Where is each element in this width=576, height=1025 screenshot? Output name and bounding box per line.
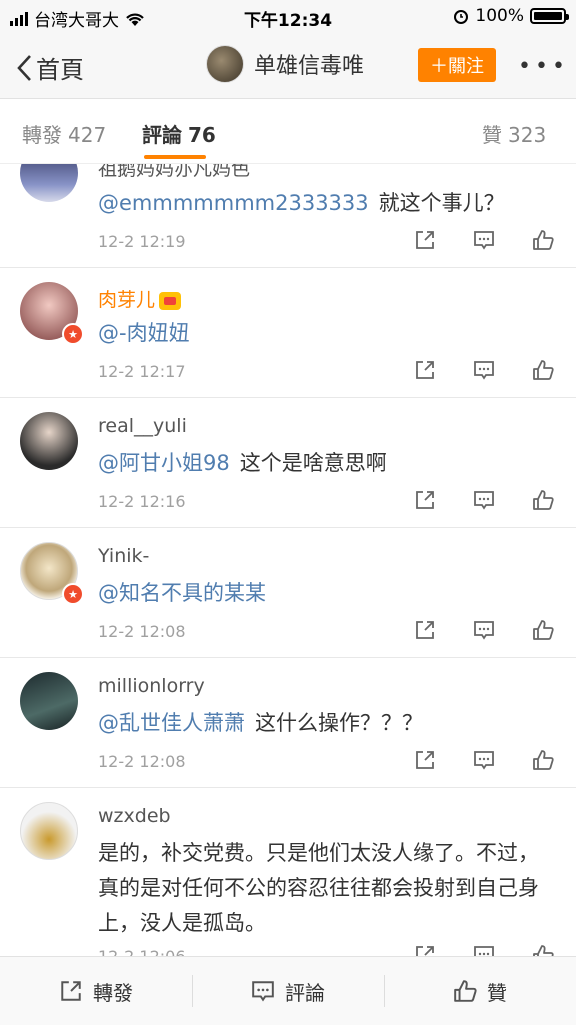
repost-icon[interactable]	[414, 229, 436, 251]
comment-button[interactable]: 評論	[192, 957, 384, 1025]
tab-comment-count: 76	[188, 123, 216, 147]
comment-label: 評論	[285, 980, 325, 1005]
verified-badge-icon: ★	[62, 323, 84, 345]
follow-button[interactable]: ＋關注	[418, 48, 496, 82]
battery-percent: 100%	[475, 6, 524, 26]
avatar	[206, 45, 244, 83]
comment-icon[interactable]	[473, 619, 495, 641]
comment-time: 12-2 12:08	[98, 622, 186, 641]
repost-icon[interactable]	[414, 749, 436, 771]
like-icon[interactable]	[532, 619, 554, 641]
mention-link[interactable]: @-肉妞妞	[98, 321, 190, 345]
comment-text: 就这个事儿？	[378, 191, 505, 215]
verified-badge-icon: ★	[62, 583, 84, 605]
tab-repost-label: 轉發	[22, 123, 62, 147]
comment-username: 肉芽儿	[98, 289, 156, 311]
mention-link[interactable]: @阿甘小姐98	[98, 451, 230, 475]
bottom-action-bar: 轉發 評論 贊	[0, 956, 576, 1025]
tab-like[interactable]: 贊 323	[482, 119, 546, 148]
comment-username[interactable]: Yinik-	[98, 545, 149, 567]
comment-item: ★ Yinik- @知名不具的某某 12-2 12:08	[0, 527, 576, 658]
avatar[interactable]	[20, 412, 78, 470]
like-label: 贊	[487, 980, 507, 1005]
comment-item: wzxdeb 是的，补交党费。只是他们太没人缘了。不过，真的是对任何不公的容忍往…	[0, 787, 576, 956]
back-button[interactable]: 首頁	[16, 50, 84, 85]
comment-icon[interactable]	[473, 944, 495, 956]
like-icon[interactable]	[532, 749, 554, 771]
comment-icon	[252, 981, 274, 1002]
repost-icon	[61, 981, 81, 1001]
chevron-left-icon	[17, 54, 31, 81]
like-icon[interactable]	[532, 944, 554, 956]
comment-item: 祖鹅妈妈亦凡妈色 @emmmmmmm2333333 就这个事儿？ 12-2 12:…	[0, 164, 576, 268]
avatar[interactable]	[20, 672, 78, 730]
tab-comment[interactable]: 評論 76	[142, 119, 216, 148]
repost-icon[interactable]	[414, 489, 436, 511]
mention-link[interactable]: @乱世佳人萧萧	[98, 711, 245, 735]
comment-icon[interactable]	[473, 749, 495, 771]
tab-like-count: 323	[508, 123, 547, 147]
page-title[interactable]: 单雄信毒唯	[206, 45, 364, 83]
nav-bar: 首頁 单雄信毒唯 ＋關注 •••	[0, 32, 576, 99]
comment-item: real__yuli @阿甘小姐98 这个是啥意思啊 12-2 12:16	[0, 397, 576, 528]
comment-time: 12-2 12:17	[98, 362, 186, 381]
battery-icon	[530, 8, 569, 24]
tab-comment-label: 評論	[142, 123, 182, 147]
status-bar: 台湾大哥大 下午12:34 100%	[0, 0, 576, 32]
tab-bar: 轉發 427 評論 76 贊 323	[0, 99, 576, 164]
comment-username[interactable]: millionlorry	[98, 675, 205, 697]
back-label: 首頁	[36, 56, 84, 84]
comment-username[interactable]: wzxdeb	[98, 805, 171, 827]
comment-icon[interactable]	[473, 359, 495, 381]
repost-label: 轉發	[93, 980, 133, 1005]
repost-icon[interactable]	[414, 359, 436, 381]
active-tab-indicator	[144, 155, 206, 159]
comment-text: 是的，补交党费。只是他们太没人缘了。不过，真的是对任何不公的容忍往往都会投射到自…	[98, 841, 539, 935]
alarm-icon	[454, 10, 469, 24]
like-icon	[454, 980, 477, 1002]
comment-icon[interactable]	[473, 229, 495, 251]
comment-icon[interactable]	[473, 489, 495, 511]
comment-text: 这个是啥意思啊	[239, 451, 387, 475]
crown-icon	[159, 291, 182, 310]
like-icon[interactable]	[532, 489, 554, 511]
comment-time: 12-2 12:19	[98, 232, 186, 251]
comment-username[interactable]: 祖鹅妈妈亦凡妈色	[98, 164, 250, 181]
tab-repost-count: 427	[68, 123, 107, 147]
repost-icon[interactable]	[414, 619, 436, 641]
comment-time: 12-2 12:08	[98, 752, 186, 771]
mention-link[interactable]: @emmmmmmm2333333	[98, 191, 369, 215]
mention-link[interactable]: @知名不具的某某	[98, 581, 266, 605]
repost-icon[interactable]	[414, 944, 436, 956]
repost-button[interactable]: 轉發	[0, 957, 192, 1025]
like-icon[interactable]	[532, 229, 554, 251]
comment-list[interactable]: 祖鹅妈妈亦凡妈色 @emmmmmmm2333333 就这个事儿？ 12-2 12:…	[0, 164, 576, 956]
comment-text: 这什么操作？？？	[255, 711, 423, 735]
title-label: 单雄信毒唯	[254, 54, 365, 79]
tab-repost[interactable]: 轉發 427	[22, 119, 106, 148]
like-icon[interactable]	[532, 359, 554, 381]
like-button[interactable]: 贊	[384, 957, 576, 1025]
tab-like-label: 贊	[482, 123, 502, 147]
comment-username[interactable]: real__yuli	[98, 415, 187, 437]
more-icon[interactable]: •••	[518, 54, 569, 79]
comment-item: ★ 肉芽儿 @-肉妞妞 12-2 12:17	[0, 267, 576, 398]
avatar[interactable]	[20, 802, 78, 860]
comment-time: 12-2 12:06	[98, 947, 186, 956]
avatar[interactable]	[20, 164, 78, 202]
comment-item: millionlorry @乱世佳人萧萧 这什么操作？？？ 12-2 12:08	[0, 657, 576, 788]
comment-time: 12-2 12:16	[98, 492, 186, 511]
